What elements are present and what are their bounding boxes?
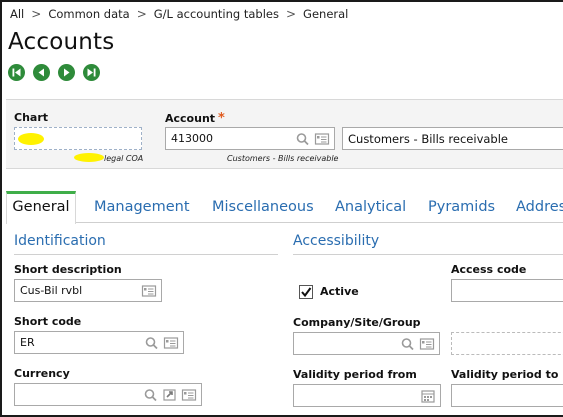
tab-addresses[interactable]: Addres	[516, 191, 563, 223]
identification-section-title: Identification	[14, 233, 106, 249]
redaction-mark	[74, 153, 104, 162]
currency-field[interactable]	[14, 383, 202, 406]
validity-to-field[interactable]	[451, 384, 563, 407]
detail-card-icon[interactable]	[141, 284, 157, 298]
short-code-value: ER	[20, 336, 35, 349]
account-field[interactable]: 413000	[165, 127, 335, 150]
breadcrumb: All > Common data > G/L accounting table…	[10, 6, 348, 22]
detail-card-icon[interactable]	[163, 336, 179, 350]
currency-label: Currency	[14, 367, 70, 380]
record-navigation	[8, 64, 100, 81]
redaction-mark	[18, 133, 44, 145]
search-icon[interactable]	[144, 336, 160, 350]
breadcrumb-separator: >	[136, 7, 147, 21]
next-record-icon[interactable]	[58, 64, 75, 81]
active-checkbox[interactable]	[299, 284, 313, 299]
company-site-group-label: Company/Site/Group	[293, 316, 421, 329]
section-divider	[14, 254, 278, 255]
detail-card-icon[interactable]	[419, 337, 435, 351]
accessibility-section-title: Accessibility	[293, 233, 380, 249]
validity-from-label: Validity period from	[293, 368, 417, 381]
access-code-field[interactable]	[451, 279, 563, 302]
calendar-icon[interactable]	[420, 389, 436, 403]
search-icon[interactable]	[400, 337, 416, 351]
breadcrumb-general[interactable]: General	[303, 7, 348, 21]
access-code-label: Access code	[451, 263, 527, 276]
search-icon[interactable]	[143, 388, 159, 402]
company-site-group-field[interactable]	[293, 332, 440, 355]
short-code-field[interactable]: ER	[14, 331, 184, 354]
short-description-field[interactable]: Cus-Bil rvbl	[14, 279, 162, 302]
required-marker: *	[218, 111, 225, 126]
validity-to-label: Validity period to	[451, 368, 559, 381]
breadcrumb-gl-accounting-tables[interactable]: G/L accounting tables	[154, 7, 279, 21]
tab-miscellaneous[interactable]: Miscellaneous	[212, 191, 314, 223]
short-description-label: Short description	[14, 263, 122, 276]
account-caption: Customers - Bills receivable	[227, 154, 339, 163]
breadcrumb-all[interactable]: All	[10, 7, 24, 21]
detail-card-icon[interactable]	[314, 132, 330, 146]
tab-general[interactable]: General	[6, 191, 76, 224]
account-description-field: Customers - Bills receivable	[342, 127, 563, 150]
breadcrumb-separator: >	[285, 7, 297, 21]
account-value: 413000	[171, 132, 213, 145]
short-code-label: Short code	[14, 315, 82, 328]
previous-record-icon[interactable]	[33, 64, 50, 81]
app-window: All > Common data > G/L accounting table…	[0, 0, 563, 417]
breadcrumb-common-data[interactable]: Common data	[48, 7, 129, 21]
chart-caption: legal COA	[104, 154, 144, 163]
page-title: Accounts	[8, 29, 115, 55]
tab-bar: General Management Miscellaneous Analyti…	[6, 191, 563, 224]
tab-management[interactable]: Management	[94, 191, 190, 223]
first-record-icon[interactable]	[8, 64, 25, 81]
link-arrow-icon[interactable]	[162, 388, 178, 402]
short-description-value: Cus-Bil rvbl	[20, 284, 83, 297]
detail-card-icon[interactable]	[181, 388, 197, 402]
chart-label: Chart	[14, 111, 49, 124]
company-site-group-description-field	[451, 332, 563, 355]
account-label: Account *	[165, 111, 225, 126]
search-icon[interactable]	[295, 132, 311, 146]
header-panel: Chart legal COA Account * 413000 Customer…	[6, 99, 563, 169]
tab-pyramids[interactable]: Pyramids	[428, 191, 495, 223]
last-record-icon[interactable]	[83, 64, 100, 81]
validity-from-field[interactable]	[293, 384, 441, 407]
tab-analytical[interactable]: Analytical	[335, 191, 406, 223]
active-label: Active	[320, 285, 359, 298]
account-label-text: Account	[165, 112, 216, 125]
section-divider	[293, 254, 563, 255]
breadcrumb-separator: >	[31, 7, 42, 21]
